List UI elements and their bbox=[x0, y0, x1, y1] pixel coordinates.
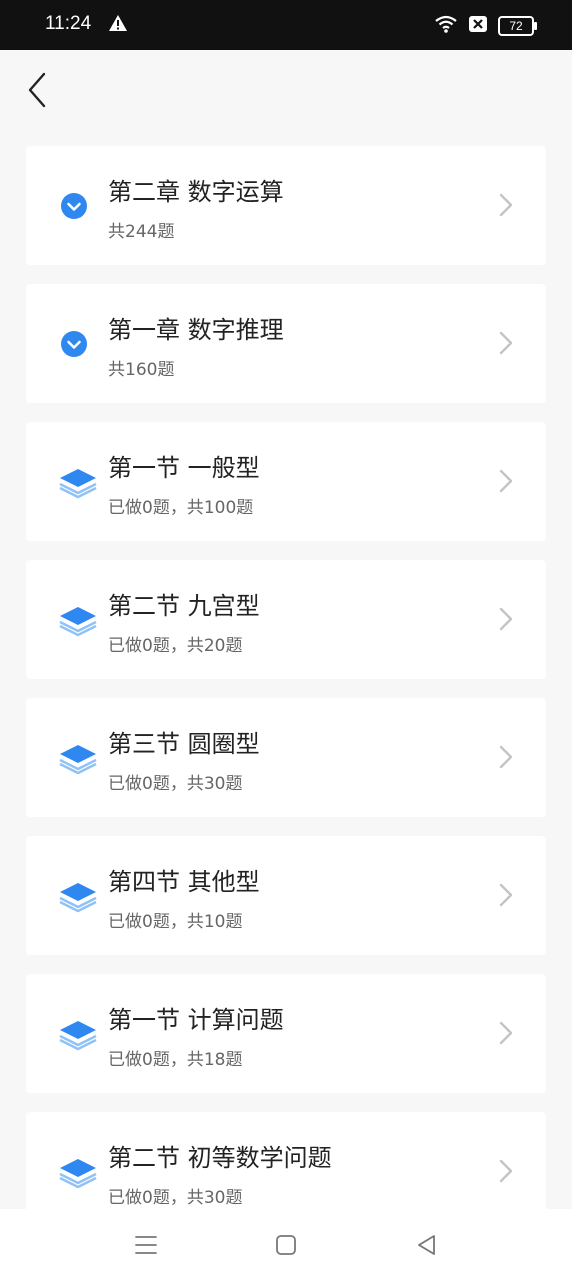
chevron-right-icon bbox=[498, 744, 514, 770]
item-subtitle: 共160题 bbox=[108, 360, 175, 380]
item-title: 第一节 计算问题 bbox=[108, 1006, 284, 1034]
chevron-left-icon bbox=[28, 72, 46, 108]
list-item[interactable]: 第一节 计算问题 已做0题，共18题 bbox=[26, 974, 546, 1093]
item-title: 第一节 一般型 bbox=[108, 454, 260, 482]
item-subtitle: 已做0题，共20题 bbox=[108, 636, 243, 656]
home-button[interactable] bbox=[272, 1231, 300, 1259]
system-back-button[interactable] bbox=[413, 1231, 441, 1259]
layers-icon bbox=[56, 1012, 100, 1056]
recent-apps-button[interactable] bbox=[132, 1231, 160, 1259]
menu-icon bbox=[135, 1236, 157, 1254]
layers-icon bbox=[56, 736, 100, 780]
system-nav-bar bbox=[0, 1209, 572, 1280]
layers-icon bbox=[56, 598, 100, 642]
sim-off-icon bbox=[468, 15, 488, 37]
layers-icon bbox=[56, 874, 100, 918]
list-item[interactable]: 第四节 其他型 已做0题，共10题 bbox=[26, 836, 546, 955]
item-subtitle: 已做0题，共30题 bbox=[108, 774, 243, 794]
item-title: 第二节 九宫型 bbox=[108, 592, 260, 620]
chevron-right-icon bbox=[498, 1158, 514, 1184]
chevron-right-icon bbox=[498, 330, 514, 356]
item-subtitle: 已做0题，共18题 bbox=[108, 1050, 243, 1070]
list-item[interactable]: 第一节 一般型 已做0题，共100题 bbox=[26, 422, 546, 541]
list-item[interactable]: 第三节 圆圈型 已做0题，共30题 bbox=[26, 698, 546, 817]
home-icon bbox=[276, 1235, 296, 1255]
header bbox=[0, 50, 572, 130]
chevron-right-icon bbox=[498, 468, 514, 494]
status-bar: 11:24 72 bbox=[0, 0, 572, 50]
list-item[interactable]: 第一章 数字推理 共160题 bbox=[26, 284, 546, 403]
item-title: 第四节 其他型 bbox=[108, 868, 260, 896]
item-title: 第二章 数字运算 bbox=[108, 178, 284, 206]
item-title: 第一章 数字推理 bbox=[108, 316, 284, 344]
chapter-list: 第二章 数字运算 共244题 第一章 数字推理 共160题 第一节 一般型 已做… bbox=[26, 146, 546, 1250]
chevron-right-icon bbox=[498, 1020, 514, 1046]
list-item[interactable]: 第二章 数字运算 共244题 bbox=[26, 146, 546, 265]
item-subtitle: 已做0题，共10题 bbox=[108, 912, 243, 932]
status-icons: 72 bbox=[434, 14, 537, 38]
chevron-right-icon bbox=[498, 882, 514, 908]
chevron-right-icon bbox=[498, 192, 514, 218]
item-title: 第三节 圆圈型 bbox=[108, 730, 260, 758]
check-circle-icon bbox=[56, 184, 100, 228]
warning-icon bbox=[108, 14, 128, 36]
item-title: 第二节 初等数学问题 bbox=[108, 1144, 332, 1172]
back-button[interactable] bbox=[24, 70, 54, 110]
battery-icon: 72 bbox=[498, 16, 537, 36]
chevron-right-icon bbox=[498, 606, 514, 632]
check-circle-icon bbox=[56, 322, 100, 366]
item-subtitle: 已做0题，共30题 bbox=[108, 1188, 243, 1208]
back-triangle-icon bbox=[418, 1235, 435, 1255]
list-item[interactable]: 第二节 九宫型 已做0题，共20题 bbox=[26, 560, 546, 679]
wifi-icon bbox=[434, 14, 458, 38]
layers-icon bbox=[56, 460, 100, 504]
item-subtitle: 已做0题，共100题 bbox=[108, 498, 254, 518]
item-subtitle: 共244题 bbox=[108, 222, 175, 242]
status-time: 11:24 bbox=[45, 13, 92, 34]
layers-icon bbox=[56, 1150, 100, 1194]
